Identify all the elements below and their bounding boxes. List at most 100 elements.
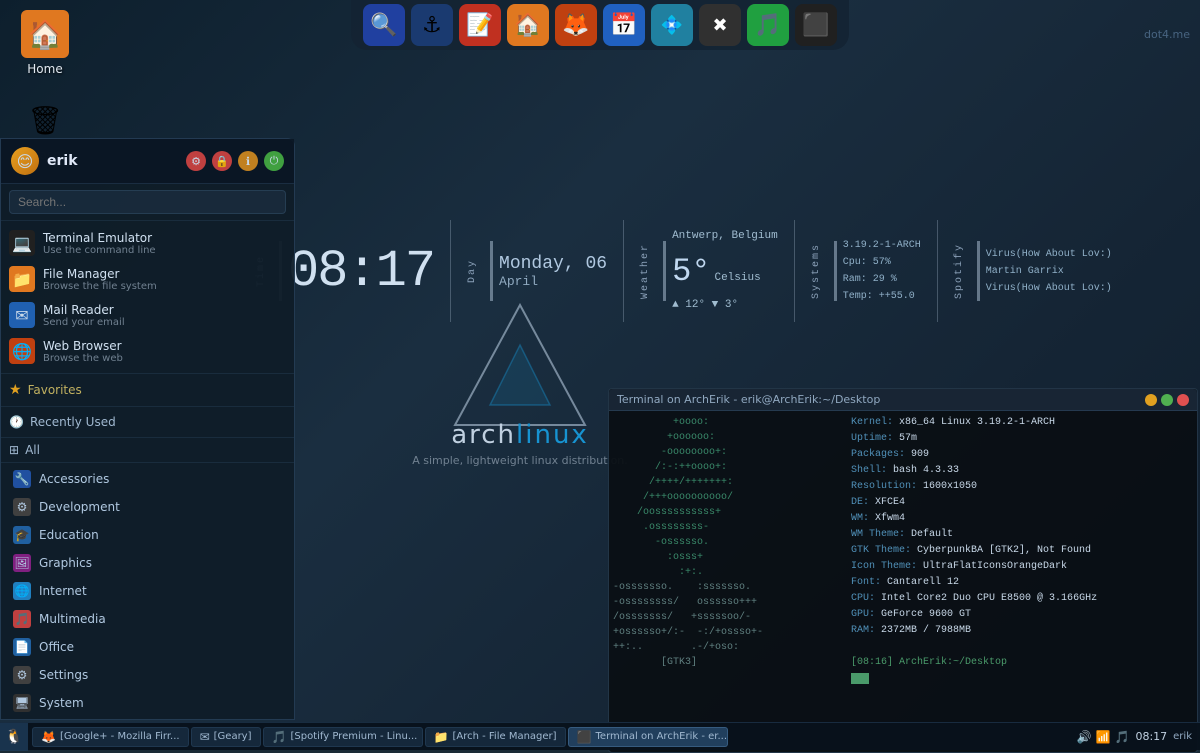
menu-category-development[interactable]: ⚙ Development: [1, 493, 294, 521]
firefox-taskbar-label: [Google+ - Mozilla Firr...: [60, 731, 180, 742]
menu-app-filemanager[interactable]: 📁 File Manager Browse the file system: [1, 261, 294, 297]
development-icon: ⚙: [13, 498, 31, 516]
conky-spotify-label: Spotify: [954, 243, 965, 299]
conky-temp-range: ▲ 12° ▼ 3°: [672, 297, 778, 315]
dock-calendar[interactable]: 📅: [603, 4, 645, 46]
menu-control-icons: ⚙ 🔒 ℹ ⏻: [186, 151, 284, 171]
mail-app-info: Mail Reader Send your email: [43, 303, 286, 328]
spotify-taskbar-label: [Spotify Premium - Linu...: [290, 731, 417, 742]
multimedia-label: Multimedia: [39, 612, 106, 626]
menu-app-mail[interactable]: ✉ Mail Reader Send your email: [1, 297, 294, 333]
menu-app-browser[interactable]: 🌐 Web Browser Browse the web: [1, 333, 294, 369]
development-label: Development: [39, 500, 120, 514]
terminal-controls: [1145, 394, 1189, 406]
menu-info-icon[interactable]: ℹ: [238, 151, 258, 171]
internet-label: Internet: [39, 584, 87, 598]
menu-category-settings[interactable]: ⚙ Settings: [1, 661, 294, 689]
menu-recently-header[interactable]: 🕐 Recently Used: [9, 411, 286, 433]
taskbar-clock: 08:17: [1135, 730, 1167, 743]
conky-systems-section: Systems 3.19.2-1-ARCH Cpu: 57% Ram: 29 %…: [795, 220, 938, 322]
top-dock: 🔍 ⚓ 📝 🏠 🦊 📅 💠 ✖ 🎵 ⬛: [351, 0, 849, 50]
menu-search-input[interactable]: [9, 190, 286, 214]
taskbar-right: 🔊 📶 🎵 08:17 erik: [1069, 730, 1200, 744]
spotify-taskbar-icon: 🎵: [272, 730, 287, 744]
desktop-icon-home[interactable]: 🏠 Home: [10, 10, 80, 76]
menu-user: 😊 erik: [11, 147, 78, 175]
menu-category-graphics[interactable]: 🖼 Graphics: [1, 549, 294, 577]
menu-category-accessories[interactable]: 🔧 Accessories: [1, 465, 294, 493]
system-label: System: [39, 696, 84, 710]
taskbar-item-terminal[interactable]: ⬛ Terminal on ArchErik - er...: [568, 727, 728, 747]
dock-search[interactable]: 🔍: [363, 4, 405, 46]
conky-weather-section: Weather Antwerp, Belgium 5° Celsius ▲ 12…: [624, 220, 795, 322]
menu-lock-icon[interactable]: 🔒: [212, 151, 232, 171]
graphics-label: Graphics: [39, 556, 92, 570]
menu-category-internet[interactable]: 🌐 Internet: [1, 577, 294, 605]
tray-icon-1[interactable]: 🔊: [1077, 730, 1092, 744]
dock-notes[interactable]: 📝: [459, 4, 501, 46]
dock-shutter[interactable]: 💠: [651, 4, 693, 46]
menu-category-multimedia[interactable]: 🎵 Multimedia: [1, 605, 294, 633]
conky-day-section: Day Monday, 06 April: [451, 220, 624, 322]
menu-app-terminal[interactable]: 💻 Terminal Emulator Use the command line: [1, 225, 294, 261]
accessories-label: Accessories: [39, 472, 109, 486]
tray-icon-2[interactable]: 📶: [1096, 730, 1111, 744]
terminal-body: +oooo: +oooooo: -oooooooo+: /:-:++oooo+:…: [609, 411, 1197, 752]
home-label: Home: [27, 62, 62, 76]
conky-kernel: 3.19.2-1-ARCH: [843, 237, 921, 254]
dock-x[interactable]: ✖: [699, 4, 741, 46]
menu-favorites-header[interactable]: ★ Favorites: [9, 378, 286, 402]
browser-app-name: Web Browser: [43, 339, 286, 353]
desktop: dot4.me 🔍 ⚓ 📝 🏠 🦊 📅 💠 ✖ 🎵 ⬛ 🏠 Home 🗑 Tra…: [0, 0, 1200, 750]
terminal-maximize[interactable]: [1161, 394, 1173, 406]
geary-taskbar-label: [Geary]: [214, 731, 252, 742]
menu-power-icon[interactable]: ⏻: [264, 151, 284, 171]
dock-terminal[interactable]: ⬛: [795, 4, 837, 46]
menu-search-area: [1, 184, 294, 221]
terminal-app-info: Terminal Emulator Use the command line: [43, 231, 286, 256]
terminal-app-name: Terminal Emulator: [43, 231, 286, 245]
menu-category-education[interactable]: 🎓 Education: [1, 521, 294, 549]
menu-categories: 🔧 Accessories ⚙ Development 🎓 Education …: [1, 463, 294, 719]
menu-settings-icon[interactable]: ⚙: [186, 151, 206, 171]
taskbar-item-filemanager[interactable]: 📁 [Arch - File Manager]: [425, 727, 566, 747]
menu-favorites-section: ★ Favorites: [1, 374, 294, 407]
taskbar-item-spotify[interactable]: 🎵 [Spotify Premium - Linu...: [263, 727, 423, 747]
browser-app-desc: Browse the web: [43, 353, 286, 364]
menu-all-button[interactable]: ⊞ All: [1, 438, 294, 463]
terminal-titlebar: Terminal on ArchErik - erik@ArchErik:~/D…: [609, 389, 1197, 411]
taskbar-item-geary[interactable]: ✉ [Geary]: [191, 727, 261, 747]
menu-header: 😊 erik ⚙ 🔒 ℹ ⏻: [1, 139, 294, 184]
conky-widget: Time 08:17 Day Monday, 06 April Weather …: [240, 220, 1200, 322]
conky-weather-label: Weather: [640, 243, 651, 299]
taskbar-menu-button[interactable]: 🐧: [0, 723, 28, 751]
conky-month-text: April: [499, 274, 607, 289]
terminal-taskbar-icon: ⬛: [577, 730, 592, 744]
terminal-close[interactable]: [1177, 394, 1189, 406]
dock-firefox[interactable]: 🦊: [555, 4, 597, 46]
dock-spotify[interactable]: 🎵: [747, 4, 789, 46]
settings-label: Settings: [39, 668, 88, 682]
recently-label: Recently Used: [30, 415, 116, 429]
trash-icon: 🗑: [21, 96, 69, 144]
filemanager-app-info: File Manager Browse the file system: [43, 267, 286, 292]
arch-text: arch: [451, 420, 516, 450]
terminal-app-desc: Use the command line: [43, 245, 286, 256]
menu-category-system[interactable]: 🖥 System: [1, 689, 294, 717]
arch-text-suffix: linux: [516, 420, 589, 450]
conky-spotify-bar: [977, 241, 980, 301]
taskbar-item-firefox[interactable]: 🦊 [Google+ - Mozilla Firr...: [32, 727, 189, 747]
geary-taskbar-icon: ✉: [200, 730, 210, 744]
terminal-minimize[interactable]: [1145, 394, 1157, 406]
settings-icon: ⚙: [13, 666, 31, 684]
conky-unit: Celsius: [714, 270, 760, 288]
conky-spotify-display: Virus(How About Lov:) Martin Garrix Viru…: [986, 246, 1112, 297]
education-label: Education: [39, 528, 99, 542]
tray-icon-spotify-tray[interactable]: 🎵: [1115, 730, 1130, 744]
terminal-app-icon: 💻: [9, 230, 35, 256]
filemanager-taskbar-icon: 📁: [434, 730, 449, 744]
dock-home[interactable]: 🏠: [507, 4, 549, 46]
conky-day-label: Day: [467, 259, 478, 283]
menu-category-office[interactable]: 📄 Office: [1, 633, 294, 661]
dock-anchor[interactable]: ⚓: [411, 4, 453, 46]
